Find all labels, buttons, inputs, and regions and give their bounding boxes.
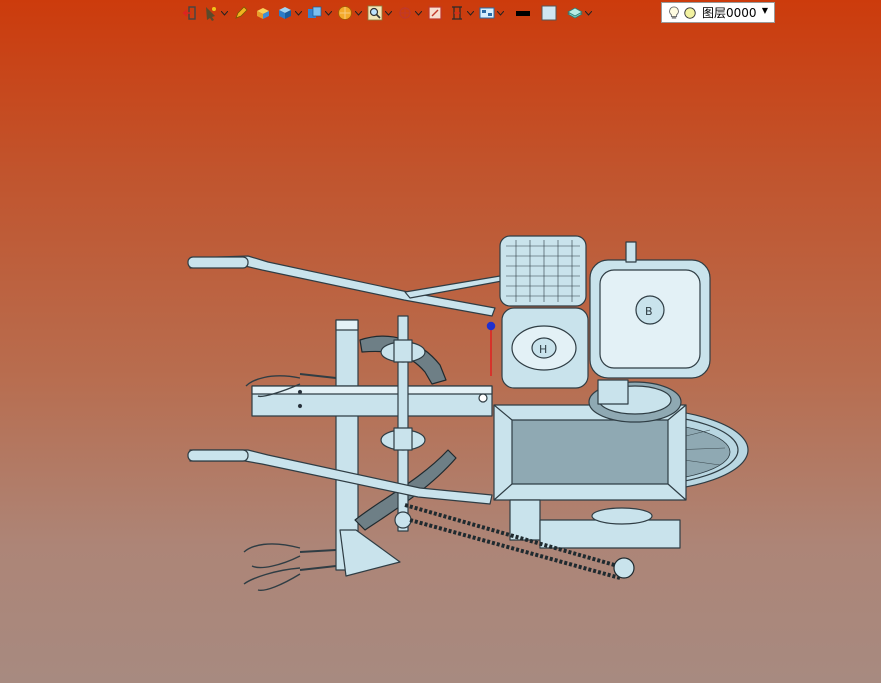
zoom-fit-icon[interactable]: [366, 4, 384, 22]
upper-handle: [187, 255, 503, 317]
lightbulb-icon[interactable]: [666, 5, 682, 21]
chevron-down-icon[interactable]: [294, 4, 302, 22]
pointer-wand-icon[interactable]: [202, 4, 220, 22]
chevron-down-icon[interactable]: ▼: [762, 6, 768, 15]
base-frame: [493, 404, 687, 549]
multi-view-icon[interactable]: [306, 4, 324, 22]
engine-logo-text: H: [539, 343, 547, 356]
top-toolbar: [180, 2, 596, 24]
section-box-icon[interactable]: [426, 4, 444, 22]
chevron-down-icon[interactable]: [354, 4, 362, 22]
engine-block: H B: [499, 235, 711, 423]
cube-view-icon[interactable]: [276, 4, 294, 22]
layer-tools-icon[interactable]: [566, 4, 584, 22]
measure-icon[interactable]: [448, 4, 466, 22]
line-color-swatch[interactable]: [514, 4, 532, 22]
plough-share: [339, 529, 401, 577]
layer-color-dot-icon: [682, 5, 698, 21]
rotate-axis-icon[interactable]: [396, 4, 414, 22]
pencil-icon[interactable]: [232, 4, 250, 22]
main-beam: [251, 385, 493, 417]
box-solid-icon[interactable]: [254, 4, 272, 22]
chevron-down-icon[interactable]: [324, 4, 332, 22]
layer-name: 图层0000: [702, 6, 757, 20]
display-settings-icon[interactable]: [478, 4, 496, 22]
chevron-down-icon[interactable]: [466, 4, 474, 22]
chevron-down-icon[interactable]: [584, 4, 592, 22]
axis-gizmo: [486, 321, 496, 376]
chevron-down-icon[interactable]: [496, 4, 504, 22]
exit-icon[interactable]: [180, 4, 198, 22]
fill-color-swatch[interactable]: [540, 4, 558, 22]
model-viewport[interactable]: H B: [0, 30, 881, 683]
chevron-down-icon[interactable]: [384, 4, 392, 22]
render-sphere-icon[interactable]: [336, 4, 354, 22]
engine-brand-text: B: [645, 305, 653, 318]
chevron-down-icon[interactable]: [414, 4, 422, 22]
cultivator-model: H B: [187, 235, 749, 592]
layer-select[interactable]: 图层0000 ▼: [661, 2, 775, 23]
chevron-down-icon[interactable]: [220, 4, 228, 22]
